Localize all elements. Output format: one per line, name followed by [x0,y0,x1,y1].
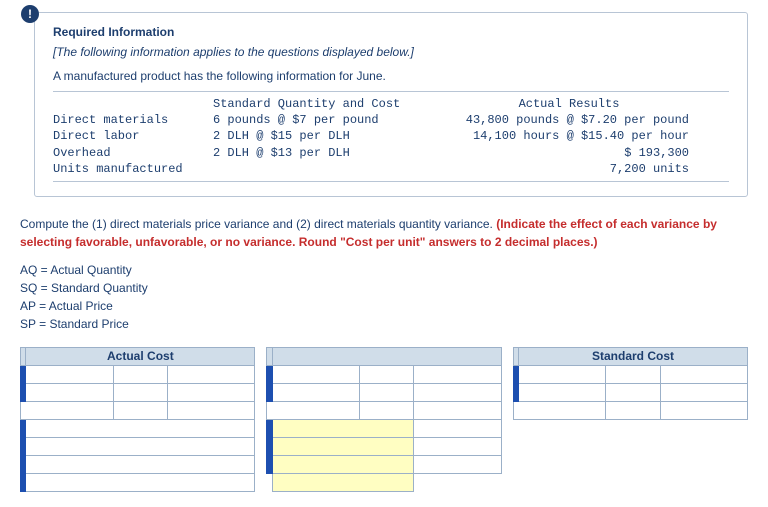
input-cell[interactable] [26,437,255,455]
input-cell[interactable] [519,365,606,383]
std-cell: 6 pounds @ $7 per pound [213,112,423,128]
input-cell[interactable] [414,365,501,383]
std-header: Standard Quantity and Cost [213,96,423,112]
input-cell[interactable] [519,383,606,401]
input-cell[interactable] [113,383,167,401]
row-label: Direct materials [53,112,213,128]
context-note: [The following information applies to th… [53,45,729,59]
input-cell[interactable] [272,383,359,401]
data-block: Direct materials Direct labor Overhead U… [53,91,729,182]
act-cell: 14,100 hours @ $15.40 per hour [423,128,689,144]
input-cell[interactable] [168,383,255,401]
input-cell[interactable] [113,365,167,383]
input-cell[interactable] [21,401,114,419]
std-cell: 2 DLH @ $15 per DLH [213,128,423,144]
select-cell[interactable] [272,473,414,491]
input-cell[interactable] [414,419,501,437]
legend-block: AQ = Actual Quantity SQ = Standard Quant… [20,261,748,333]
select-cell[interactable] [272,437,414,455]
std-cell: 2 DLH @ $13 per DLH [213,145,423,161]
input-cell[interactable] [606,401,660,419]
input-cell[interactable] [359,401,413,419]
input-cell[interactable] [414,437,501,455]
input-cell[interactable] [26,383,113,401]
row-label: Overhead [53,145,213,161]
variance-worksheet: Actual Cost Standard Cost [20,347,748,492]
input-cell[interactable] [272,365,359,383]
row-label: Direct labor [53,128,213,144]
input-cell[interactable] [267,401,360,419]
input-cell[interactable] [414,401,501,419]
act-header: Actual Results [449,96,689,112]
col-header-actual: Actual Cost [26,347,255,365]
input-cell[interactable] [606,365,660,383]
act-cell: 7,200 units [423,161,689,177]
input-cell[interactable] [359,365,413,383]
select-cell[interactable] [272,419,414,437]
required-info-box: ! Required Information [The following in… [34,12,748,197]
input-cell[interactable] [660,365,747,383]
input-cell[interactable] [26,455,255,473]
input-cell[interactable] [414,383,501,401]
question-main: Compute the (1) direct materials price v… [20,217,496,231]
question-text: Compute the (1) direct materials price v… [20,215,748,251]
input-cell[interactable] [113,401,167,419]
input-cell[interactable] [168,365,255,383]
col-header-mid [272,347,501,365]
input-cell[interactable] [660,401,747,419]
col-header-standard: Standard Cost [519,347,748,365]
legend-line: AQ = Actual Quantity [20,261,748,279]
row-label: Units manufactured [53,161,213,177]
input-cell[interactable] [513,401,606,419]
intro-text: A manufactured product has the following… [53,69,729,83]
select-cell[interactable] [272,455,414,473]
legend-line: AP = Actual Price [20,297,748,315]
input-cell[interactable] [26,365,113,383]
act-cell: $ 193,300 [423,145,689,161]
legend-line: SQ = Standard Quantity [20,279,748,297]
input-cell[interactable] [359,383,413,401]
required-info-title: Required Information [53,25,729,39]
input-cell[interactable] [414,455,501,473]
alert-icon: ! [21,5,39,23]
legend-line: SP = Standard Price [20,315,748,333]
input-cell[interactable] [660,383,747,401]
input-cell[interactable] [26,419,255,437]
input-cell[interactable] [606,383,660,401]
input-cell[interactable] [26,473,255,491]
input-cell[interactable] [168,401,255,419]
act-cell: 43,800 pounds @ $7.20 per pound [423,112,689,128]
